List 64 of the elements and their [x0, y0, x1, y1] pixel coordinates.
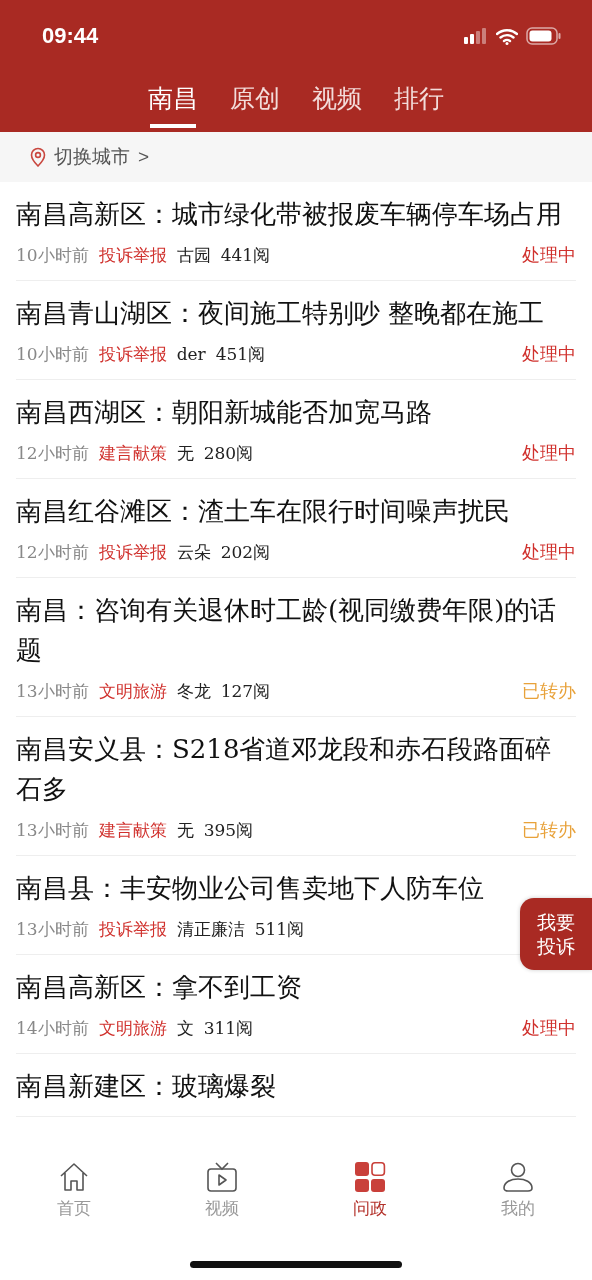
- post-category: 投诉举报: [98, 243, 167, 267]
- post-title[interactable]: 南昌县：丰安物业公司售卖地下人防车位: [16, 868, 484, 908]
- tab[interactable]: 原创: [218, 72, 292, 132]
- post-author: 无: [176, 441, 194, 465]
- post-title[interactable]: 南昌高新区：拿不到工资: [16, 967, 302, 1007]
- post-time: 13小时前: [16, 818, 89, 842]
- post-author: 冬龙: [176, 679, 211, 703]
- location-pin-icon: [30, 147, 46, 167]
- post-title[interactable]: 南昌新建区：玻璃爆裂: [16, 1066, 276, 1106]
- post-category: 文明旅游: [98, 1016, 167, 1040]
- post-time: 13小时前: [16, 679, 89, 703]
- tab[interactable]: 排行: [382, 72, 456, 132]
- post-title[interactable]: 南昌高新区：城市绿化带被报废车辆停车场占用: [16, 194, 562, 234]
- post-status: 处理中: [522, 441, 576, 465]
- read-count: 511阅: [254, 917, 305, 941]
- complaint-button[interactable]: 我要投诉: [520, 898, 592, 970]
- post-status: 处理中: [522, 243, 576, 267]
- post-time: 12小时前: [16, 540, 89, 564]
- battery-icon: [526, 27, 562, 45]
- post-status: 已转办: [522, 679, 576, 703]
- post-title[interactable]: 南昌安义县：S218省道邓龙段和赤石段路面碎石多: [16, 729, 576, 809]
- post-author: 清正廉洁: [176, 917, 245, 941]
- post-author: der: [176, 344, 206, 364]
- post-status: 处理中: [522, 1016, 576, 1040]
- read-count: 441阅: [220, 243, 271, 267]
- user-icon: [502, 1161, 534, 1193]
- read-count: 395阅: [203, 818, 254, 842]
- post-author: 云朵: [176, 540, 211, 564]
- post-time: 12小时前: [16, 441, 89, 465]
- post-category: 投诉举报: [98, 540, 167, 564]
- read-count: 451阅: [215, 342, 266, 366]
- read-count: 311阅: [203, 1016, 254, 1040]
- status-time: 09:44: [42, 23, 99, 49]
- post-title[interactable]: 南昌西湖区：朝阳新城能否加宽马路: [16, 392, 432, 432]
- read-count: 127阅: [220, 679, 271, 703]
- post-author: 无: [176, 818, 194, 842]
- post-time: 10小时前: [16, 342, 89, 366]
- read-count: 202阅: [220, 540, 271, 564]
- signal-icon: [464, 27, 488, 45]
- post-category: 投诉举报: [98, 917, 167, 941]
- wifi-icon: [496, 27, 518, 45]
- post-title[interactable]: 南昌红谷滩区：渣土车在限行时间噪声扰民: [16, 491, 510, 531]
- chevron-text: >: [138, 146, 150, 168]
- post-category: 投诉举报: [98, 342, 167, 366]
- tab[interactable]: 视频: [300, 72, 374, 132]
- post-title[interactable]: 南昌：咨询有关退休时工龄(视同缴费年限)的话题: [16, 590, 576, 670]
- post-time: 13小时前: [16, 917, 89, 941]
- post-category: 建言献策: [98, 441, 167, 465]
- nav-tab[interactable]: 问政: [320, 1160, 420, 1221]
- post-status: 已转办: [522, 818, 576, 842]
- switch-city-link[interactable]: 切换城市: [54, 144, 130, 170]
- post-time: 10小时前: [16, 243, 89, 267]
- post-author: 古园: [176, 243, 211, 267]
- home-icon: [58, 1161, 90, 1193]
- tv-icon: [206, 1161, 238, 1193]
- post-title[interactable]: 南昌青山湖区：夜间施工特别吵 整晚都在施工: [16, 293, 545, 333]
- post-status: 处理中: [522, 540, 576, 564]
- read-count: 280阅: [203, 441, 254, 465]
- grid-icon: [354, 1161, 386, 1193]
- post-status: 处理中: [522, 342, 576, 366]
- post-author: 文: [176, 1016, 194, 1040]
- post-category: 建言献策: [98, 818, 167, 842]
- post-time: 14小时前: [16, 1016, 89, 1040]
- post-category: 文明旅游: [98, 679, 167, 703]
